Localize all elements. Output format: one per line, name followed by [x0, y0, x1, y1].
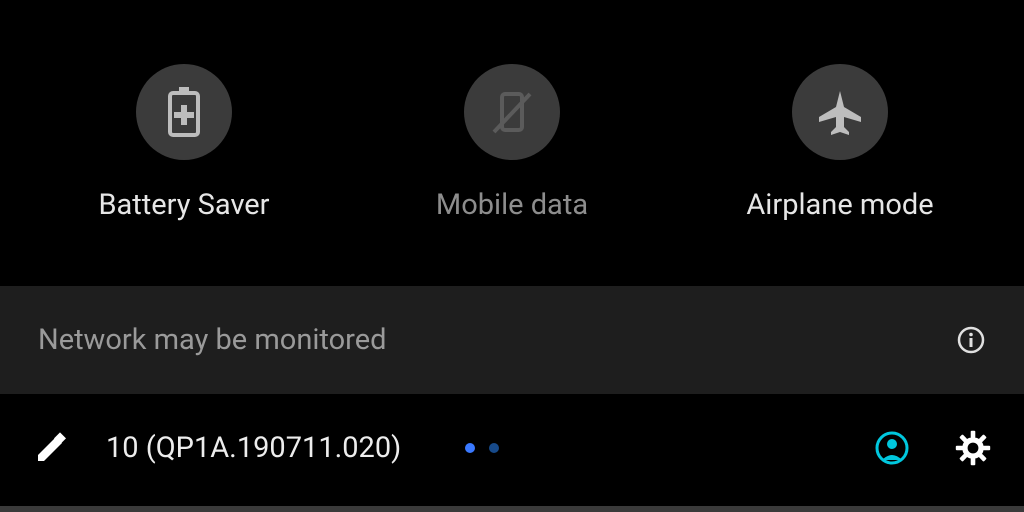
battery-saver-icon: [164, 87, 204, 137]
footer-actions: [874, 429, 992, 467]
quick-settings-footer: 10 (QP1A.190711.020): [0, 394, 1024, 506]
user-circle-icon: [874, 430, 910, 466]
tile-label: Mobile data: [436, 188, 588, 222]
network-monitor-notice[interactable]: Network may be monitored: [0, 286, 1024, 394]
pager-dot-inactive: [489, 443, 499, 453]
edit-icon: [34, 431, 68, 465]
quick-settings-tiles: Battery Saver Mobile data: [0, 0, 1024, 286]
user-switch-button[interactable]: [874, 430, 910, 466]
tile-label: Battery Saver: [98, 188, 269, 222]
airplane-icon: [815, 87, 865, 137]
notice-text: Network may be monitored: [38, 323, 386, 357]
edit-button[interactable]: [32, 431, 70, 465]
settings-icon: [954, 429, 992, 467]
tile-battery-saver[interactable]: Battery Saver: [34, 64, 334, 222]
info-icon: [956, 325, 986, 355]
pager-dot-active: [465, 443, 475, 453]
tile-circle: [464, 64, 560, 160]
build-version-text: 10 (QP1A.190711.020): [106, 431, 401, 465]
tile-label: Airplane mode: [746, 188, 933, 222]
quick-settings-panel: Battery Saver Mobile data: [0, 0, 1024, 506]
page-indicator: [465, 443, 844, 453]
tile-mobile-data[interactable]: Mobile data: [362, 64, 662, 222]
settings-button[interactable]: [954, 429, 992, 467]
tile-airplane-mode[interactable]: Airplane mode: [690, 64, 990, 222]
mobile-data-off-icon: [486, 86, 538, 138]
tile-circle: [792, 64, 888, 160]
tile-circle: [136, 64, 232, 160]
